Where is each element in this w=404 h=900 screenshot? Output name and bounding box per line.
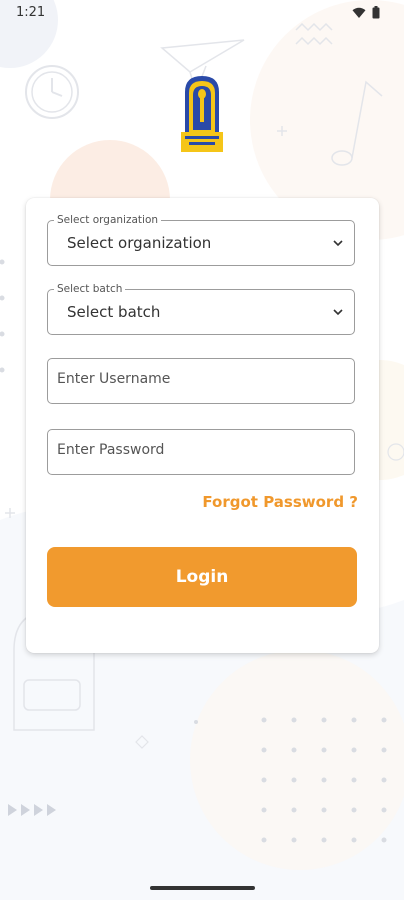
username-input[interactable]	[57, 371, 337, 387]
organization-label: Select organization	[54, 213, 162, 227]
organization-value: Select organization	[67, 234, 212, 252]
institution-logo	[181, 76, 223, 152]
batch-value: Select batch	[67, 303, 161, 321]
status-bar: 1:21	[0, 0, 404, 26]
batch-label: Select batch	[54, 282, 126, 296]
username-field[interactable]	[47, 358, 355, 404]
login-button[interactable]: Login	[47, 547, 357, 607]
password-field[interactable]	[47, 429, 355, 475]
login-card: Select organization Select organization …	[26, 198, 379, 653]
forgot-password-link[interactable]: Forgot Password ?	[202, 493, 358, 511]
status-time: 1:21	[16, 5, 46, 20]
chevron-down-icon	[333, 240, 343, 247]
organization-select[interactable]: Select organization Select organization	[47, 213, 355, 266]
status-icons	[352, 6, 380, 19]
chevron-down-icon	[333, 309, 343, 316]
wifi-icon	[352, 7, 366, 18]
batch-select[interactable]: Select batch Select batch	[47, 282, 355, 335]
password-input[interactable]	[57, 442, 337, 458]
battery-icon	[372, 6, 380, 19]
home-indicator	[150, 886, 255, 890]
